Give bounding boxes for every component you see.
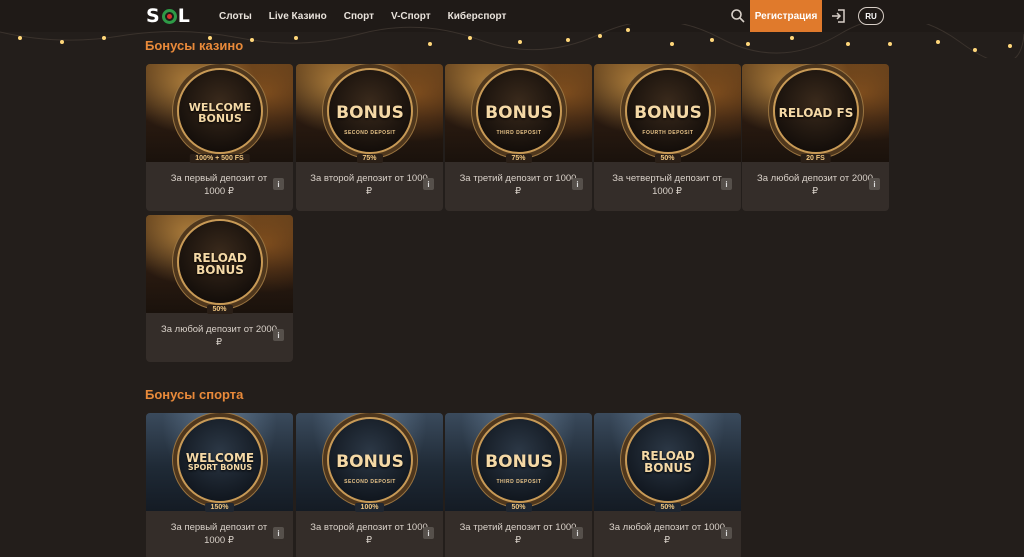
main-nav: Слоты Live Казино Спорт V-Спорт Киберспо… [219, 0, 523, 32]
bonus-description: За четвертый депозит от 1000 ₽ [612, 173, 722, 197]
bonus-description: За второй депозит от 1000 ₽ [310, 173, 428, 197]
language-button[interactable]: RU [858, 7, 884, 25]
bonus-medal-icon: RELOAD FS [773, 68, 859, 154]
info-button[interactable]: i [273, 329, 284, 341]
bonus-medal-icon: WELCOME SPORT BONUS [177, 417, 263, 503]
nav-slots[interactable]: Слоты [219, 11, 252, 22]
bonus-description: За любой депозит от 2000 ₽ [757, 173, 873, 197]
info-button[interactable]: i [273, 178, 284, 190]
bonus-card-image: WELCOME SPORT BONUS 150% [146, 413, 293, 512]
bonus-medal-icon: RELOAD BONUS [625, 417, 711, 503]
bonus-badge: 20 FS [800, 154, 831, 163]
bonus-description: За любой депозит от 2000 ₽ [161, 324, 277, 348]
nav-esports[interactable]: Киберспорт [448, 11, 507, 22]
info-button[interactable]: i [572, 527, 583, 539]
bonus-medal-icon: BONUS FOURTH DEPOSIT [625, 68, 711, 154]
bonus-card-image: RELOAD BONUS 50% [146, 215, 293, 314]
bonus-card-image: BONUS THIRD DEPOSIT 50% [445, 413, 592, 512]
bonus-card[interactable]: RELOAD FS 20 FS За любой депозит от 2000… [742, 64, 889, 211]
bonus-card-image: BONUS SECOND DEPOSIT 75% [296, 64, 443, 163]
bonus-card-image: BONUS SECOND DEPOSIT 100% [296, 413, 443, 512]
bonus-card[interactable]: WELCOME SPORT BONUS 150% За первый депози… [146, 413, 293, 557]
login-icon[interactable] [830, 8, 846, 24]
bonus-card[interactable]: BONUS SECOND DEPOSIT 75% За второй депоз… [296, 64, 443, 211]
bonus-badge: 50% [206, 305, 233, 314]
bonus-card-image: RELOAD BONUS 50% [594, 413, 741, 512]
bonus-card-image: WELCOME BONUS 100% + 500 FS [146, 64, 293, 163]
bonus-card[interactable]: BONUS FOURTH DEPOSIT 50% За четвертый де… [594, 64, 741, 211]
bonus-badge: 100% + 500 FS [189, 154, 250, 163]
bonus-medal-icon: WELCOME BONUS [177, 68, 263, 154]
register-button[interactable]: Регистрация [750, 0, 822, 32]
bonus-card[interactable]: RELOAD BONUS 50% За любой депозит от 2000… [146, 215, 293, 362]
nav-sport[interactable]: Спорт [344, 11, 374, 22]
bonus-card[interactable]: WELCOME BONUS 100% + 500 FS За первый деп… [146, 64, 293, 211]
bonus-description: За второй депозит от 1000 ₽ [310, 522, 428, 546]
info-button[interactable]: i [869, 178, 880, 190]
bonus-medal-icon: BONUS THIRD DEPOSIT [476, 68, 562, 154]
bonus-card[interactable]: RELOAD BONUS 50% За любой депозит от 1000… [594, 413, 741, 557]
bonus-badge: 50% [654, 154, 681, 163]
bonus-card[interactable]: BONUS THIRD DEPOSIT 50% За третий депози… [445, 413, 592, 557]
nav-v-sport[interactable]: V-Спорт [391, 11, 431, 22]
bonus-description: За первый депозит от 1000 ₽ [170, 522, 268, 546]
bonus-card-image: BONUS FOURTH DEPOSIT 50% [594, 64, 741, 163]
bonus-description: За первый депозит от 1000 ₽ [170, 173, 268, 197]
bonus-badge: 75% [505, 154, 532, 163]
bonus-card-image: BONUS THIRD DEPOSIT 75% [445, 64, 592, 163]
bonus-medal-icon: BONUS THIRD DEPOSIT [476, 417, 562, 503]
bonus-card[interactable]: BONUS SECOND DEPOSIT 100% За второй депо… [296, 413, 443, 557]
casino-bonuses-title: Бонусы казино [145, 38, 244, 53]
sport-bonuses-title: Бонусы спорта [145, 387, 244, 402]
bonus-description: За любой депозит от 1000 ₽ [609, 522, 725, 546]
site-logo[interactable]: SL [146, 5, 191, 27]
bonus-card[interactable]: BONUS THIRD DEPOSIT 75% За третий депози… [445, 64, 592, 211]
bonus-badge: 150% [204, 503, 235, 512]
info-button[interactable]: i [423, 527, 434, 539]
info-button[interactable]: i [423, 178, 434, 190]
bonus-medal-icon: RELOAD BONUS [177, 219, 263, 305]
bonus-badge: 50% [505, 503, 532, 512]
nav-live-casino[interactable]: Live Казино [269, 11, 327, 22]
bonus-badge: 100% [354, 503, 385, 512]
bonus-medal-icon: BONUS SECOND DEPOSIT [327, 68, 413, 154]
info-button[interactable]: i [273, 527, 284, 539]
bonus-description: За третий депозит от 1000 ₽ [459, 173, 577, 197]
top-header: SL Слоты Live Казино Спорт V-Спорт Кибер… [0, 0, 1024, 32]
logo-ring-icon [161, 8, 177, 24]
bonus-badge: 75% [356, 154, 383, 163]
bonus-badge: 50% [654, 503, 681, 512]
search-icon[interactable] [730, 8, 746, 24]
info-button[interactable]: i [572, 178, 583, 190]
bonus-medal-icon: BONUS SECOND DEPOSIT [327, 417, 413, 503]
bonus-description: За третий депозит от 1000 ₽ [459, 522, 577, 546]
bonus-card-image: RELOAD FS 20 FS [742, 64, 889, 163]
info-button[interactable]: i [721, 178, 732, 190]
info-button[interactable]: i [721, 527, 732, 539]
